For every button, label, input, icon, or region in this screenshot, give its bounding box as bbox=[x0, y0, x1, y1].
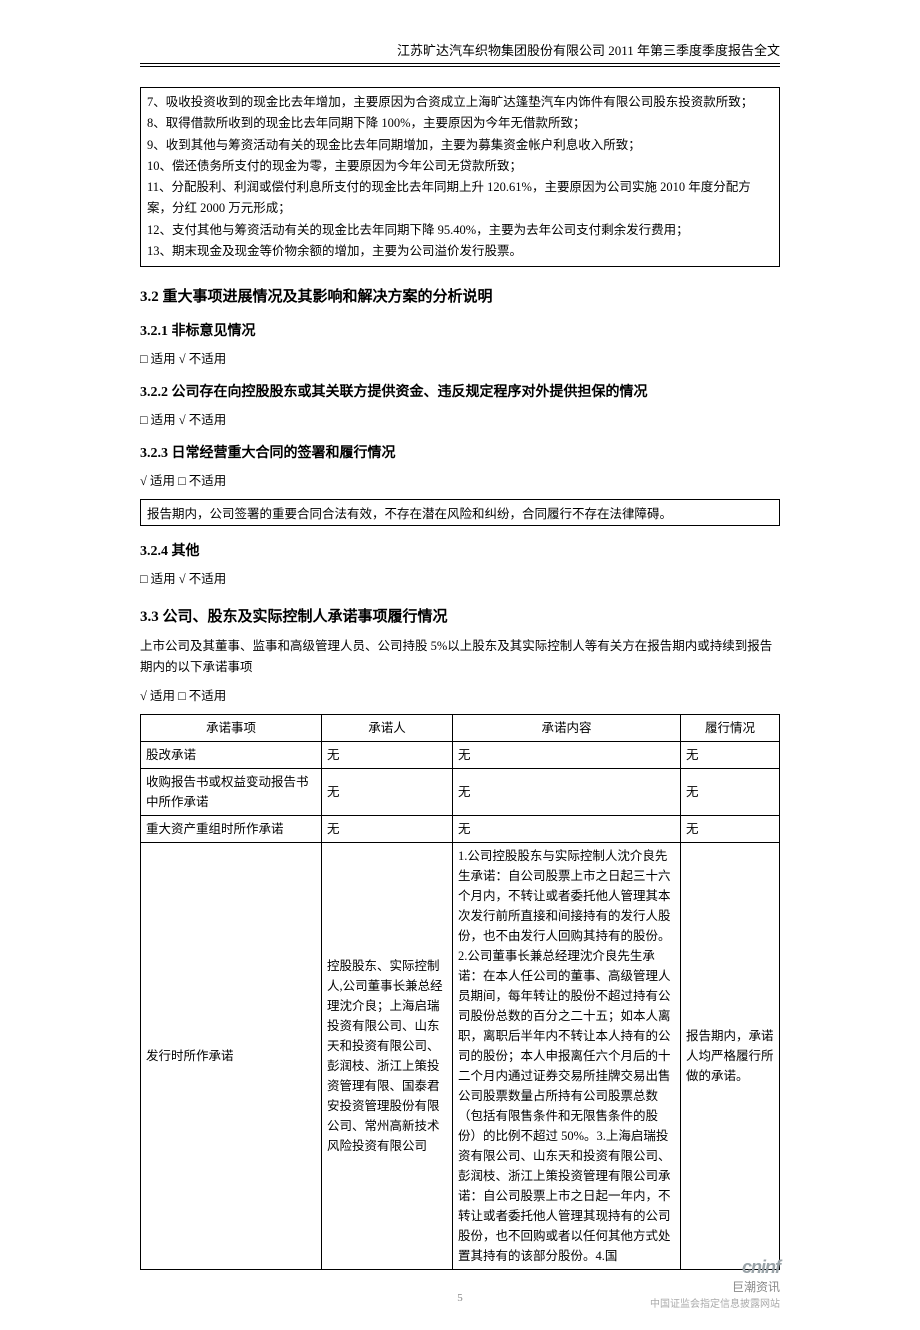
apply-3-2-4: □ 适用 √ 不适用 bbox=[140, 568, 780, 587]
apply-3-3: √ 适用 □ 不适用 bbox=[140, 685, 780, 704]
cell-person: 控股股东、实际控制人,公司董事长兼总经理沈介良；上海启瑞投资有限公司、山东天和投… bbox=[322, 842, 453, 1269]
apply-3-2-1: □ 适用 √ 不适用 bbox=[140, 348, 780, 367]
intro-3-3: 上市公司及其董事、监事和高级管理人员、公司持股 5%以上股东及其实际控制人等有关… bbox=[140, 636, 780, 679]
note-line-10: 10、偿还债务所支付的现金为零，主要原因为今年公司无贷款所致； bbox=[147, 156, 773, 177]
cell-item: 收购报告书或权益变动报告书中所作承诺 bbox=[141, 768, 322, 815]
heading-3-2-2: 3.2.2 公司存在向控股股东或其关联方提供资金、违反规定程序对外提供担保的情况 bbox=[140, 381, 780, 401]
heading-3-2: 3.2 重大事项进展情况及其影响和解决方案的分析说明 bbox=[140, 285, 780, 306]
note-line-13: 13、期末现金及现金等价物余额的增加，主要为公司溢价发行股票。 bbox=[147, 241, 773, 262]
apply-3-2-2: □ 适用 √ 不适用 bbox=[140, 409, 780, 428]
header-rule bbox=[140, 63, 780, 67]
cell-content: 无 bbox=[453, 815, 681, 842]
cell-content: 无 bbox=[453, 741, 681, 768]
th-person: 承诺人 bbox=[322, 714, 453, 741]
note-line-7: 7、吸收投资收到的现金比去年增加，主要原因为合资成立上海旷达篷垫汽车内饰件有限公… bbox=[147, 92, 773, 113]
cell-person: 无 bbox=[322, 768, 453, 815]
page-number: 5 bbox=[457, 1292, 463, 1304]
table-header-row: 承诺事项 承诺人 承诺内容 履行情况 bbox=[141, 714, 780, 741]
table-row: 重大资产重组时所作承诺 无 无 无 bbox=[141, 815, 780, 842]
heading-3-2-3: 3.2.3 日常经营重大合同的签署和履行情况 bbox=[140, 442, 780, 462]
apply-3-2-3: √ 适用 □ 不适用 bbox=[140, 470, 780, 489]
page-header-title: 江苏旷达汽车织物集团股份有限公司 2011 年第三季度季度报告全文 bbox=[140, 40, 780, 63]
note-line-8: 8、取得借款所收到的现金比去年同期下降 100%，主要原因为今年无借款所致； bbox=[147, 113, 773, 134]
contract-box: 报告期内，公司签署的重要合同合法有效，不存在潜在风险和纠纷，合同履行不存在法律障… bbox=[140, 499, 780, 526]
table-row: 发行时所作承诺 控股股东、实际控制人,公司董事长兼总经理沈介良；上海启瑞投资有限… bbox=[141, 842, 780, 1269]
cell-content: 无 bbox=[453, 768, 681, 815]
footer-brand: cninf 巨潮资讯 中国证监会指定信息披露网站 bbox=[650, 1257, 780, 1310]
th-content: 承诺内容 bbox=[453, 714, 681, 741]
heading-3-2-1: 3.2.1 非标意见情况 bbox=[140, 320, 780, 340]
table-row: 股改承诺 无 无 无 bbox=[141, 741, 780, 768]
heading-3-2-4: 3.2.4 其他 bbox=[140, 540, 780, 560]
note-line-12: 12、支付其他与筹资活动有关的现金比去年同期下降 95.40%，主要为去年公司支… bbox=[147, 220, 773, 241]
cell-content: 1.公司控股股东与实际控制人沈介良先生承诺：自公司股票上市之日起三十六个月内，不… bbox=[453, 842, 681, 1269]
th-item: 承诺事项 bbox=[141, 714, 322, 741]
cell-status: 无 bbox=[681, 741, 780, 768]
cell-status: 报告期内，承诺人均严格履行所做的承诺。 bbox=[681, 842, 780, 1269]
cell-person: 无 bbox=[322, 741, 453, 768]
th-status: 履行情况 bbox=[681, 714, 780, 741]
cell-status: 无 bbox=[681, 815, 780, 842]
cell-status: 无 bbox=[681, 768, 780, 815]
footer-sub-cn: 中国证监会指定信息披露网站 bbox=[650, 1299, 780, 1310]
cell-item: 重大资产重组时所作承诺 bbox=[141, 815, 322, 842]
commitment-table: 承诺事项 承诺人 承诺内容 履行情况 股改承诺 无 无 无 收购报告书或权益变动… bbox=[140, 714, 780, 1270]
cell-item: 发行时所作承诺 bbox=[141, 842, 322, 1269]
note-line-9: 9、收到其他与筹资活动有关的现金比去年同期增加，主要为募集资金帐户利息收入所致； bbox=[147, 135, 773, 156]
table-row: 收购报告书或权益变动报告书中所作承诺 无 无 无 bbox=[141, 768, 780, 815]
footer-brand-cn: 巨潮资讯 bbox=[732, 1280, 780, 1294]
cell-item: 股改承诺 bbox=[141, 741, 322, 768]
heading-3-3: 3.3 公司、股东及实际控制人承诺事项履行情况 bbox=[140, 605, 780, 626]
cninfo-logo-icon: cninf bbox=[742, 1257, 780, 1277]
note-line-11: 11、分配股利、利润或偿付利息所支付的现金比去年同期上升 120.61%，主要原… bbox=[147, 177, 773, 220]
cell-person: 无 bbox=[322, 815, 453, 842]
top-notes-box: 7、吸收投资收到的现金比去年增加，主要原因为合资成立上海旷达篷垫汽车内饰件有限公… bbox=[140, 87, 780, 267]
